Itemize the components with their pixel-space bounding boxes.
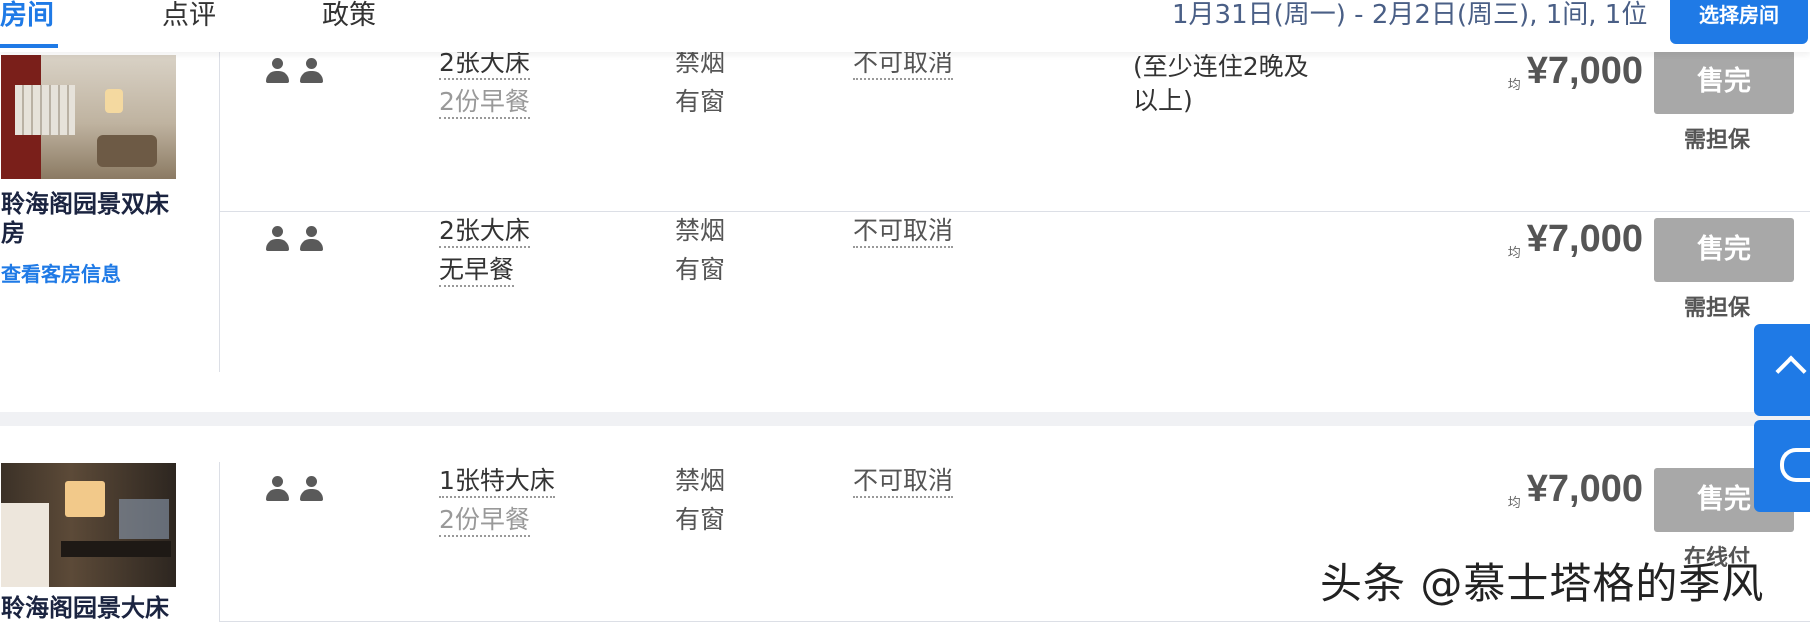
meal-plan[interactable]: 2份早餐 xyxy=(439,87,530,119)
guest-capacity xyxy=(265,226,335,252)
average-label: 均 xyxy=(1507,246,1521,261)
average-label: 均 xyxy=(1507,78,1521,93)
photo-detail xyxy=(15,85,75,135)
window-info: 有窗 xyxy=(675,255,726,284)
bed-type[interactable]: 2张大床 xyxy=(439,48,530,80)
person-icon xyxy=(299,226,323,252)
group-separator xyxy=(0,412,1810,426)
room-name: 聆海阁园景大床 xyxy=(1,594,169,622)
meal-plan[interactable]: 2份早餐 xyxy=(439,505,530,537)
meal-plan[interactable]: 无早餐 xyxy=(439,255,515,287)
price-block: 均 ¥7,000 xyxy=(1463,468,1643,511)
price: ¥7,000 xyxy=(1526,468,1643,510)
customer-service-button[interactable] xyxy=(1754,420,1810,512)
bed-type[interactable]: 2张大床 xyxy=(439,216,530,248)
cancel-policy[interactable]: 不可取消 xyxy=(853,466,954,498)
window-info: 有窗 xyxy=(675,505,726,534)
photo-detail xyxy=(65,481,105,517)
room-photo[interactable] xyxy=(1,55,176,179)
tab-rooms[interactable]: 房间 xyxy=(0,0,58,48)
photo-detail xyxy=(105,89,123,113)
search-summary[interactable]: 1月31日(周一) - 2月2日(周三), 1间, 1位 xyxy=(1172,0,1647,30)
payment-type: 需担保 xyxy=(1684,296,1751,321)
photo-detail xyxy=(119,499,169,539)
person-icon xyxy=(265,476,289,502)
back-to-top-button[interactable] xyxy=(1754,324,1810,416)
smoking-policy: 禁烟 xyxy=(675,466,726,495)
room-photo[interactable] xyxy=(1,463,176,587)
tab-reviews[interactable]: 点评 xyxy=(162,0,216,48)
bed-type[interactable]: 1张特大床 xyxy=(439,466,555,498)
rate-row: 2张大床 无早餐 禁烟 有窗 不可取消 均 ¥7,000 售完 需担保 xyxy=(220,212,1810,372)
cancel-policy[interactable]: 不可取消 xyxy=(853,216,954,248)
person-icon xyxy=(299,58,323,84)
sold-out-button[interactable]: 售完 xyxy=(1654,50,1794,114)
price: ¥7,000 xyxy=(1526,50,1643,92)
watermark: 头条 @慕士塔格的季风 xyxy=(1320,559,1765,608)
person-icon xyxy=(265,226,289,252)
price: ¥7,000 xyxy=(1526,218,1643,260)
min-stay-note: (至少连住2晚及以上) xyxy=(1133,52,1309,115)
view-room-info-link[interactable]: 查看客房信息 xyxy=(1,258,121,287)
rate-row: 2张大床 2份早餐 禁烟 有窗 不可取消 (至少连住2晚及以上) 均 ¥7,000… xyxy=(220,44,1810,212)
average-label: 均 xyxy=(1507,496,1521,511)
cancel-policy[interactable]: 不可取消 xyxy=(853,48,954,80)
price-block: 均 ¥7,000 xyxy=(1463,218,1643,261)
payment-type: 需担保 xyxy=(1684,128,1751,153)
room-group-twin: 聆海阁园景双床房 查看客房信息 2张大床 2份早餐 禁烟 有窗 不可取消 (至少… xyxy=(0,44,1810,412)
price-block: 均 ¥7,000 xyxy=(1463,50,1643,93)
guest-capacity xyxy=(265,476,335,502)
select-room-button[interactable]: 选择房间 xyxy=(1670,0,1808,44)
sold-out-button[interactable]: 售完 xyxy=(1654,218,1794,282)
person-icon xyxy=(299,476,323,502)
room-name: 聆海阁园景双床房 xyxy=(1,190,169,247)
headset-icon xyxy=(1780,448,1810,482)
photo-detail xyxy=(1,503,49,587)
photo-detail xyxy=(97,135,157,167)
guest-capacity xyxy=(265,58,335,84)
window-info: 有窗 xyxy=(675,87,726,116)
person-icon xyxy=(265,58,289,84)
top-navigation-bar: 房间 点评 政策 1月31日(周一) - 2月2日(周三), 1间, 1位 选择… xyxy=(0,0,1810,52)
smoking-policy: 禁烟 xyxy=(675,216,726,245)
photo-detail xyxy=(61,541,171,557)
smoking-policy: 禁烟 xyxy=(675,48,726,77)
tab-policy[interactable]: 政策 xyxy=(322,0,376,48)
chevron-up-icon xyxy=(1775,355,1807,387)
